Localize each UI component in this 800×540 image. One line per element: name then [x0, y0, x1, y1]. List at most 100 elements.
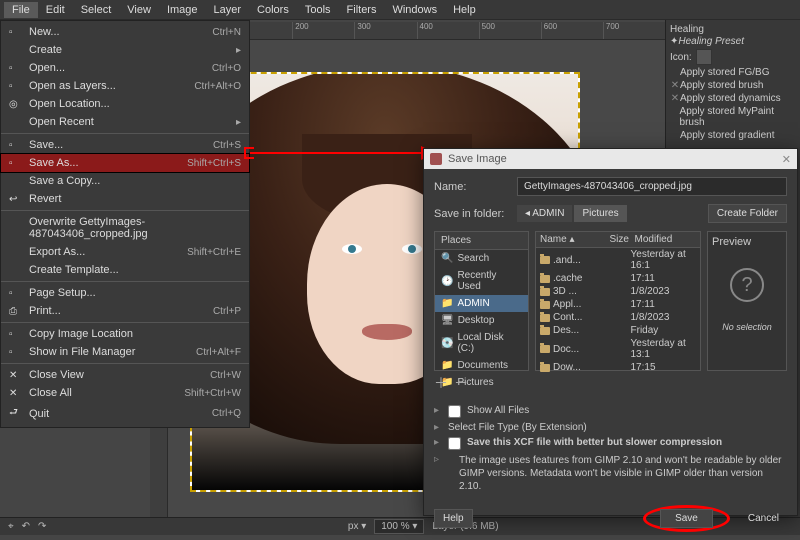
menuitem-export-as[interactable]: Export As...Shift+Ctrl+E [1, 243, 249, 261]
menu-file[interactable]: File [4, 2, 38, 18]
xcf-option-label: Save this XCF file with better but slowe… [467, 437, 722, 448]
menuitem-open-recent[interactable]: Open Recent▸ [1, 113, 249, 131]
filename-input[interactable] [517, 177, 787, 196]
save-image-dialog: Save Image ✕ Name: Save in folder: ◂ ADM… [423, 148, 798, 516]
expand-icon[interactable]: ▸ [434, 405, 442, 416]
select-filetype-label[interactable]: Select File Type (By Extension) [448, 422, 587, 433]
add-place-button[interactable]: ＋ [434, 373, 448, 393]
unit-selector[interactable]: px ▾ [348, 521, 366, 532]
menuitem-show-in-file-manager[interactable]: ▫Show in File ManagerCtrl+Alt+F [1, 343, 249, 361]
place-admin[interactable]: 📁ADMIN [435, 295, 528, 312]
menu-colors[interactable]: Colors [249, 2, 297, 18]
menuitem-print[interactable]: ⎙Print...Ctrl+P [1, 302, 249, 320]
col-size[interactable]: Size [606, 232, 631, 247]
menuitem-copy-image-location[interactable]: ▫Copy Image Location [1, 325, 249, 343]
preview-panel: Preview ? No selection [707, 231, 787, 371]
menuitem-open-location[interactable]: ◎Open Location... [1, 95, 249, 113]
menu-filters[interactable]: Filters [339, 2, 385, 18]
menu-help[interactable]: Help [445, 2, 484, 18]
undo-icon[interactable]: ↶ [22, 521, 30, 532]
menu-tools[interactable]: Tools [297, 2, 339, 18]
menuitem-create-template[interactable]: Create Template... [1, 261, 249, 279]
file-row[interactable]: Dow...17:15 [536, 361, 700, 374]
remove-place-button[interactable]: － [454, 373, 468, 393]
breadcrumb[interactable]: ◂ ADMINPictures [517, 205, 627, 222]
file-row[interactable]: .and...Yesterday at 16:1 [536, 248, 700, 272]
menuitem-open[interactable]: ▫Open...Ctrl+O [1, 59, 249, 77]
redo-icon[interactable]: ↷ [38, 521, 46, 532]
question-icon: ? [730, 268, 764, 302]
panel-title: Healing [670, 24, 796, 35]
save-button[interactable]: Save [660, 509, 713, 528]
annotation-circle: Save [643, 505, 730, 532]
col-name[interactable]: Name ▴ [536, 232, 606, 247]
menuitem-create[interactable]: Create▸ [1, 41, 249, 59]
place-pictures[interactable]: 📁Pictures [435, 374, 528, 391]
menu-bar: FileEditSelectViewImageLayerColorsToolsF… [0, 0, 800, 20]
preset-label: Healing Preset [678, 36, 744, 47]
wand-icon: ✦ [670, 36, 678, 47]
compat-note: The image uses features from GIMP 2.10 a… [459, 454, 787, 493]
option-row[interactable]: Apply stored FG/BG [670, 66, 796, 79]
expand-icon[interactable]: ▸ [434, 437, 442, 448]
file-row[interactable]: Doc...Yesterday at 13:1 [536, 337, 700, 361]
menu-view[interactable]: View [119, 2, 159, 18]
name-label: Name: [434, 181, 509, 193]
bullet-icon: ▹ [434, 454, 439, 465]
menu-windows[interactable]: Windows [384, 2, 445, 18]
icon-swatch[interactable] [696, 49, 712, 65]
menu-layer[interactable]: Layer [206, 2, 250, 18]
place-recently-used[interactable]: 🕑Recently Used [435, 267, 528, 295]
col-modified[interactable]: Modified [631, 232, 701, 247]
menuitem-revert[interactable]: ↩Revert [1, 190, 249, 208]
places-header: Places [435, 232, 528, 250]
show-all-checkbox[interactable] [448, 405, 461, 418]
zoom-selector[interactable]: 100 % ▾ [374, 519, 424, 534]
no-selection-label: No selection [722, 322, 772, 332]
place-desktop[interactable]: 🖥Desktop [435, 312, 528, 329]
annotation-arrow [250, 152, 428, 154]
place-documents[interactable]: 📁Documents [435, 357, 528, 374]
option-row[interactable]: ✕Apply stored dynamics [670, 92, 796, 105]
menuitem-new[interactable]: ▫New...Ctrl+N [1, 23, 249, 41]
help-button[interactable]: Help [434, 509, 473, 528]
file-row[interactable]: .cache17:11 [536, 272, 700, 285]
menuitem-save-a-copy[interactable]: Save a Copy... [1, 172, 249, 190]
cancel-button[interactable]: Cancel [740, 510, 787, 527]
menuitem-close-view[interactable]: ✕Close ViewCtrl+W [1, 366, 249, 384]
pointer-icon: ⌖ [8, 521, 14, 532]
crumb-segment[interactable]: Pictures [574, 205, 626, 222]
dialog-title: Save Image [448, 153, 507, 165]
expand-icon[interactable]: ▸ [434, 422, 442, 433]
places-panel: Places 🔍Search🕑Recently Used📁ADMIN🖥Deskt… [434, 231, 529, 371]
file-menu: ▫New...Ctrl+NCreate▸▫Open...Ctrl+O▫Open … [0, 20, 250, 428]
option-row[interactable]: Apply stored MyPaint brush [670, 105, 796, 129]
place-local-disk-c-[interactable]: 💽Local Disk (C:) [435, 329, 528, 357]
create-folder-button[interactable]: Create Folder [708, 204, 787, 223]
xcf-compression-checkbox[interactable] [448, 437, 461, 450]
menuitem-page-setup[interactable]: ▫Page Setup... [1, 284, 249, 302]
place-search[interactable]: 🔍Search [435, 250, 528, 267]
menu-select[interactable]: Select [73, 2, 120, 18]
option-row[interactable]: Apply stored gradient [670, 129, 796, 142]
menuitem-save[interactable]: ▫Save...Ctrl+S [1, 136, 249, 154]
app-icon [430, 153, 442, 165]
menuitem-save-as[interactable]: ▫Save As...Shift+Ctrl+S [1, 154, 249, 172]
file-row[interactable]: Cont...1/8/2023 [536, 311, 700, 324]
menuitem-overwrite-gettyimages-cropped-jpg[interactable]: Overwrite GettyImages-487043406_cropped.… [1, 213, 249, 243]
crumb-segment[interactable]: ◂ ADMIN [517, 205, 572, 222]
menuitem-open-as-layers[interactable]: ▫Open as Layers...Ctrl+Alt+O [1, 77, 249, 95]
menuitem-close-all[interactable]: ✕Close AllShift+Ctrl+W [1, 384, 249, 402]
menu-image[interactable]: Image [159, 2, 206, 18]
close-icon[interactable]: ✕ [782, 153, 791, 166]
file-row[interactable]: Appl...17:11 [536, 298, 700, 311]
show-all-label: Show All Files [467, 405, 529, 416]
menuitem-quit[interactable]: ⮐QuitCtrl+Q [1, 402, 249, 425]
file-row[interactable]: Des...Friday [536, 324, 700, 337]
file-list: Name ▴ Size Modified .and...Yesterday at… [535, 231, 701, 371]
folder-label: Save in folder: [434, 208, 509, 220]
menu-edit[interactable]: Edit [38, 2, 73, 18]
dialog-titlebar[interactable]: Save Image ✕ [424, 149, 797, 169]
file-row[interactable]: 3D ...1/8/2023 [536, 285, 700, 298]
option-row[interactable]: ✕Apply stored brush [670, 79, 796, 92]
